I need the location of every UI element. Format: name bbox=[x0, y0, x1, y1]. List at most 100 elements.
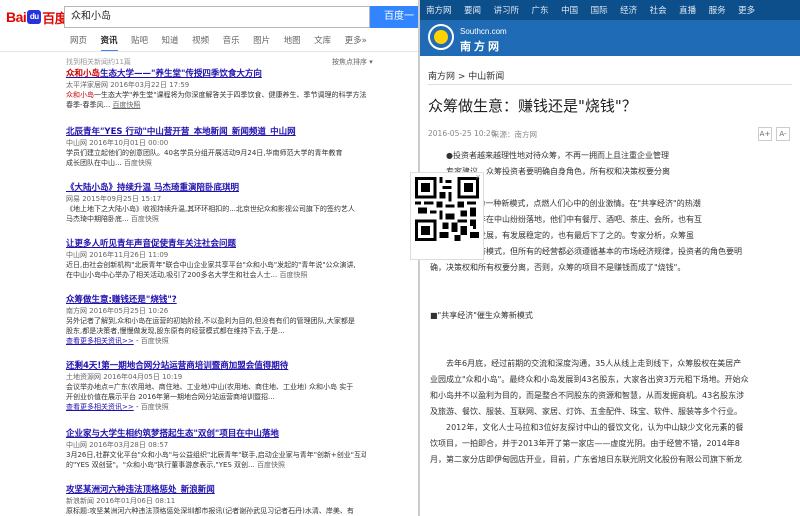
sort-dropdown[interactable]: 按焦点排序 ▾ bbox=[332, 57, 373, 67]
snapshot-link[interactable]: 百度快照 bbox=[124, 159, 152, 167]
result-desc: 众和小岛一生态大学"养生堂"课程将为你深度解答关于四季饮食、健康养生、季节调理的… bbox=[66, 91, 366, 99]
result-count: 找到相关新闻约11篇 bbox=[66, 58, 131, 66]
search-result: 让更多人听见青年声音促使青年关注社会问题 中山网 2016年11月26日 11:… bbox=[66, 238, 366, 280]
article-paragraph bbox=[430, 180, 792, 196]
font-decrease-button[interactable]: A- bbox=[776, 127, 790, 141]
baidu-news-window: Bai du 百度 众和小岛 百度一下 网页 资讯 贴吧 知道 视频 音乐 图片… bbox=[0, 0, 418, 516]
site-banner: Southcn.com 南方网 bbox=[420, 20, 800, 56]
snapshot-link[interactable]: 百度快照 bbox=[141, 403, 169, 411]
qr-code-popup: × bbox=[410, 172, 484, 260]
result-desc: 3月26日,社群文化平台"众和小岛"与公益组织"北辰青年"联手,启动企业家与青年… bbox=[66, 451, 366, 459]
result-title-link[interactable]: 让更多人听见青年声音促使青年关注社会问题 bbox=[66, 238, 366, 250]
tab-divider bbox=[0, 51, 418, 52]
tab-images[interactable]: 图片 bbox=[253, 34, 270, 52]
result-desc: 原标题:攻坚某洲河六种违法顶格惩处深圳都市报讯(记者谢孙武见习记者石丹)水清、岸… bbox=[66, 507, 354, 515]
article-paragraph bbox=[430, 292, 792, 308]
result-meta: 南方网 2016年05月25日 10:26 bbox=[66, 307, 169, 315]
result-title-link[interactable]: 攻坚某洲河六种违法顶格惩处_新浪新闻 bbox=[66, 484, 366, 496]
article-paragraph: 及旅游、餐饮、服装、互联网、家居、灯饰、五金配件、珠宝、软件、服装等多个行业。 bbox=[430, 407, 742, 416]
snapshot-link[interactable]: 百度快照 bbox=[141, 337, 169, 345]
result-title-link[interactable]: 众和小岛生态大学——"养生堂"传授四季饮食大方向 bbox=[66, 68, 366, 80]
article-paragraph: 业园成立"众和小岛"。最终众和小岛发展到43名股东，大家各出资3万元租下场地。开… bbox=[430, 375, 749, 384]
article-title: 众筹做生意：赚钱还是"烧钱"？ bbox=[428, 97, 637, 115]
southcn-logo-icon[interactable] bbox=[428, 24, 454, 50]
article-paragraph: 项目近两年在中山纷纷落地，他们中有餐厅、酒吧、茶庄、会所，也有互 bbox=[446, 215, 702, 224]
snapshot-link[interactable]: 百度快照 bbox=[280, 271, 308, 279]
article-paragraph bbox=[430, 276, 792, 292]
tab-wenku[interactable]: 文库 bbox=[314, 34, 331, 52]
search-result: 众和小岛生态大学——"养生堂"传授四季饮食大方向 太平洋家居网 2016年03月… bbox=[66, 68, 366, 109]
tab-tieba[interactable]: 贴吧 bbox=[131, 34, 148, 52]
article-paragraph: ●投资者越来越理性地对待众筹，不再一拥而上且注重企业管理 bbox=[446, 151, 669, 160]
search-result: 攻坚某洲河六种违法顶格惩处_新浪新闻 新浪新闻 2016年01月06日 08:1… bbox=[66, 484, 366, 516]
nav-item-more[interactable]: 更多 bbox=[738, 4, 755, 16]
result-meta: 太平洋家居网 2016年03月22日 17:59 bbox=[66, 81, 190, 89]
baidu-header: Bai du 百度 众和小岛 百度一下 bbox=[0, 0, 418, 44]
article-source: 来源：南方网 bbox=[492, 130, 537, 139]
tab-web[interactable]: 网页 bbox=[70, 34, 87, 52]
article-paragraph: 一两年的发展，有发展稳定的，也有最后下了之的。专家分析，众筹虽 bbox=[446, 231, 694, 240]
more-related-link[interactable]: 查看更多相关资讯>> bbox=[66, 403, 134, 411]
article-paragraph: 2012年，文化人士马拉和3位好友探讨中山的餐饮文化，认为中山缺少文化元素的餐 bbox=[446, 423, 744, 432]
tab-music[interactable]: 音乐 bbox=[223, 34, 240, 52]
nav-item-headlines[interactable]: 要闻 bbox=[464, 4, 481, 16]
result-meta: 网易 2015年09月25日 15:17 bbox=[66, 195, 162, 203]
breadcrumb[interactable]: 南方网 > 中山新闻 bbox=[428, 69, 504, 82]
article-paragraph: 去年6月底，经过前期的交流和深度沟通，35人从线上走到线下，众筹股权在美居产 bbox=[446, 359, 742, 368]
search-result: 《大陆小岛》持续升温 马杰琦重演陪卧底琪明 网易 2015年09月25日 15:… bbox=[66, 182, 366, 224]
result-desc: 会议举办地点=广东(农用地、商住地、工业地)中山(农用地、商住地、工业地) 众和… bbox=[66, 383, 354, 391]
tab-news[interactable]: 资讯 bbox=[100, 34, 118, 52]
baidu-logo[interactable]: Bai du 百度 bbox=[6, 8, 68, 26]
nav-item-china[interactable]: 中国 bbox=[561, 4, 578, 16]
article-paragraph: 和小岛并不以盈利为目的，而是整合不同股东的资源和智慧，从而发掘商机。43名股东涉 bbox=[430, 391, 745, 400]
tab-map[interactable]: 地图 bbox=[284, 34, 301, 52]
article-paragraph: "众筹"作为一种新模式，点燃人们心中的创业激情。在"共享经济"的热潮 bbox=[446, 199, 701, 208]
nav-item-lecture[interactable]: 讲习所 bbox=[494, 4, 520, 16]
tab-video[interactable]: 视频 bbox=[192, 34, 209, 52]
snapshot-link[interactable]: 百度快照 bbox=[257, 461, 285, 469]
result-title-link[interactable]: 还剩4天!第一期地合网分站运营商培训暨商加盟会值得期待 bbox=[66, 360, 366, 372]
search-result: 还剩4天!第一期地合网分站运营商培训暨商加盟会值得期待 土地资源网 2016年0… bbox=[66, 360, 366, 412]
article-paragraph: 专家建议，众筹投资者要明确自身角色，所有权和决策权要分离 bbox=[446, 167, 670, 176]
nav-item-guangdong[interactable]: 广东 bbox=[532, 4, 549, 16]
article-paragraph: 确，决策权和所有权要分离，否则，众筹的项目不是赚钱而成了"烧钱"。 bbox=[430, 263, 686, 272]
font-increase-button[interactable]: A+ bbox=[758, 127, 772, 141]
result-meta: 新浪新闻 2016年01月06日 08:11 bbox=[66, 497, 176, 505]
nav-item-services[interactable]: 服务 bbox=[709, 4, 726, 16]
article-date: 2016-05-25 10:26 bbox=[428, 129, 496, 138]
article-paragraph: 月，第二家分店即伊甸园店开业，目前，广东省旭日东联光阴文化股份有限公司旗下新龙 bbox=[430, 455, 742, 464]
result-title-link[interactable]: 《大陆小岛》持续升温 马杰琦重演陪卧底琪明 bbox=[66, 182, 366, 194]
more-related-link[interactable]: 查看更多相关资讯>> bbox=[66, 337, 134, 345]
nav-item-society[interactable]: 社会 bbox=[650, 4, 667, 16]
site-nav: 南方网 要闻 讲习所 广东 中国 国际 经济 社会 直播 服务 更多 bbox=[420, 0, 800, 20]
article-body: ●投资者越来越理性地对待众筹，不再一拥而上且注重企业管理 专家建议，众筹投资者要明… bbox=[430, 148, 792, 468]
article-paragraph: 饮项目，一拍即合，并于2013年开了第一家店——虚度光阴。由于经营不错，2014… bbox=[430, 439, 740, 448]
nav-item-international[interactable]: 国际 bbox=[591, 4, 608, 16]
result-title-link[interactable]: 企业家与大学生相约筑梦搭起生态"双创"项目在中山落地 bbox=[66, 428, 366, 440]
nav-item-live[interactable]: 直播 bbox=[679, 4, 696, 16]
article-paragraph bbox=[430, 340, 792, 356]
close-icon[interactable]: × bbox=[475, 173, 481, 181]
result-title-link[interactable]: 北辰青年"YES 行动"中山营开营_本地新闻_新闻频道_中山网 bbox=[66, 126, 366, 138]
result-desc: 学员们建立起他们的创意团队。40名学员分组开展活动9月24日,华南师范大学的青年… bbox=[66, 149, 343, 157]
search-result: 企业家与大学生相约筑梦搭起生态"双创"项目在中山落地 中山网 2016年03月2… bbox=[66, 428, 366, 469]
article-paragraph bbox=[430, 324, 792, 340]
search-button[interactable]: 百度一下 bbox=[370, 6, 418, 44]
article-paragraph: ■"共享经济"催生众筹新模式 bbox=[430, 311, 533, 320]
tab-zhidao[interactable]: 知道 bbox=[162, 34, 179, 52]
article-paragraph: 然是一种新经济模式，但所有的经营都必须遵循基本的市场经济规律，投资者的角色要明 bbox=[430, 247, 742, 256]
nav-item-home[interactable]: 南方网 bbox=[426, 4, 452, 16]
nav-item-economy[interactable]: 经济 bbox=[620, 4, 637, 16]
qr-code-icon bbox=[415, 177, 479, 241]
site-name: 南方网 bbox=[460, 40, 502, 53]
tab-more[interactable]: 更多» bbox=[345, 34, 367, 52]
search-result: 北辰青年"YES 行动"中山营开营_本地新闻_新闻频道_中山网 中山网 2016… bbox=[66, 126, 366, 168]
result-title-link[interactable]: 众筹做生意:赚钱还是"烧钱"? bbox=[66, 294, 366, 306]
paw-icon: du bbox=[27, 10, 42, 24]
snapshot-link[interactable]: 百度快照 bbox=[112, 101, 140, 109]
search-input[interactable]: 众和小岛 bbox=[64, 6, 370, 28]
result-meta: 中山网 2016年11月26日 11:09 bbox=[66, 251, 169, 259]
result-meta: 中山网 2016年03月28日 08:57 bbox=[66, 441, 169, 449]
snapshot-link[interactable]: 百度快照 bbox=[131, 215, 159, 223]
result-desc: 另外记者了解到,众和小岛在运营的初始阶段,不以盈利为目的,但没有有们的管理团队,… bbox=[66, 317, 355, 325]
